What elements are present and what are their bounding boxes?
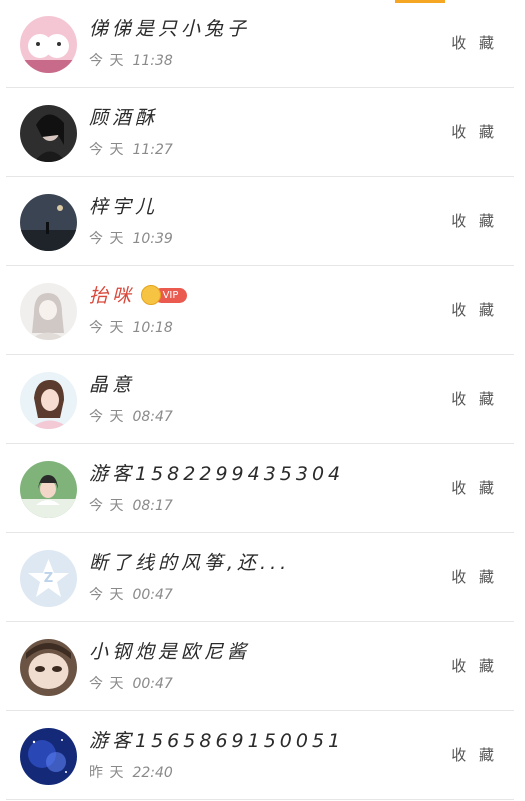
collect-button[interactable]: 收 藏 bbox=[451, 32, 498, 53]
user-name: 游客1582299435304 bbox=[89, 463, 345, 485]
user-name: 小钢炮是欧尼酱 bbox=[89, 641, 251, 663]
collect-button[interactable]: 收 藏 bbox=[451, 566, 498, 587]
avatar[interactable] bbox=[20, 461, 77, 518]
svg-text:Z: Z bbox=[44, 571, 53, 586]
visit-time: 昨 天 22:40 bbox=[89, 765, 173, 781]
collect-button[interactable]: 收 藏 bbox=[451, 744, 498, 765]
visit-time: 今 天 11:38 bbox=[89, 53, 173, 69]
collect-button[interactable]: 收 藏 bbox=[451, 299, 498, 320]
list-item[interactable]: Z 断了线的风筝,还... 今 天 00:47 收 藏 bbox=[6, 534, 514, 622]
visit-time: 今 天 00:47 bbox=[89, 587, 173, 603]
list-item[interactable]: 游客1582299435304 今 天 08:17 收 藏 bbox=[6, 445, 514, 533]
user-name: 梓宇儿 bbox=[89, 196, 159, 218]
avatar[interactable] bbox=[20, 639, 77, 696]
user-name: 顾酒酥 bbox=[89, 107, 159, 129]
visit-time: 今 天 00:47 bbox=[89, 676, 173, 692]
visit-time: 今 天 10:18 bbox=[89, 320, 173, 336]
list-item[interactable]: 小钢炮是欧尼酱 今 天 00:47 收 藏 bbox=[6, 623, 514, 711]
collect-button[interactable]: 收 藏 bbox=[451, 477, 498, 498]
visit-time: 今 天 11:27 bbox=[89, 142, 173, 158]
user-name: 断了线的风筝,还... bbox=[89, 552, 291, 574]
avatar[interactable] bbox=[20, 283, 77, 340]
user-name: 俤俤是只小兔子 bbox=[89, 18, 251, 40]
user-name: 晶意 bbox=[89, 374, 136, 396]
avatar[interactable] bbox=[20, 105, 77, 162]
avatar[interactable] bbox=[20, 194, 77, 251]
list-item[interactable]: 游客1565869150051 昨 天 22:40 收 藏 bbox=[6, 712, 514, 800]
vip-badge: VIP bbox=[141, 284, 188, 305]
qq-star-icon[interactable]: Z bbox=[20, 550, 77, 607]
collect-button[interactable]: 收 藏 bbox=[451, 121, 498, 142]
avatar[interactable] bbox=[20, 728, 77, 785]
list-item[interactable]: 梓宇儿 今 天 10:39 收 藏 bbox=[6, 178, 514, 266]
visit-time: 今 天 10:39 bbox=[89, 231, 173, 247]
avatar[interactable] bbox=[20, 372, 77, 429]
list-item[interactable]: 晶意 今 天 08:47 收 藏 bbox=[6, 356, 514, 444]
crown-icon bbox=[141, 284, 162, 305]
list-item[interactable]: 抬咪 VIP 今 天 10:18 收 藏 bbox=[6, 267, 514, 355]
user-name: 抬咪 VIP bbox=[89, 281, 188, 308]
collect-button[interactable]: 收 藏 bbox=[451, 388, 498, 409]
avatar[interactable] bbox=[20, 16, 77, 73]
list-item[interactable]: 顾酒酥 今 天 11:27 收 藏 bbox=[6, 89, 514, 177]
visit-time: 今 天 08:47 bbox=[89, 409, 173, 425]
visit-time: 今 天 08:17 bbox=[89, 498, 173, 514]
user-name: 游客1565869150051 bbox=[89, 730, 345, 752]
collect-button[interactable]: 收 藏 bbox=[451, 210, 498, 231]
list-item[interactable]: 俤俤是只小兔子 今 天 11:38 收 藏 bbox=[6, 0, 514, 88]
collect-button[interactable]: 收 藏 bbox=[451, 655, 498, 676]
